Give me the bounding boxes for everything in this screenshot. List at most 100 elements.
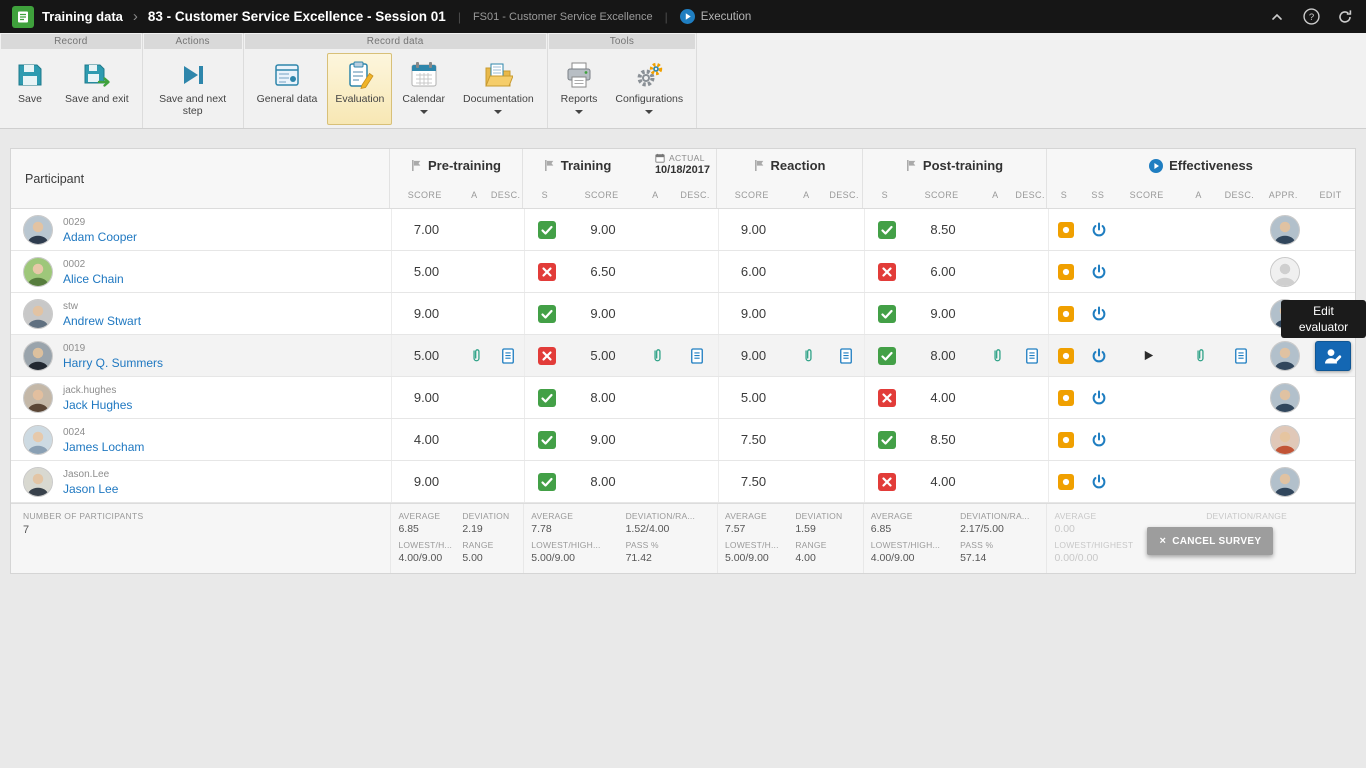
reaction-attachment-icon[interactable] <box>788 335 828 376</box>
approver-avatar[interactable] <box>1270 341 1300 371</box>
training-status-fail-icon[interactable] <box>524 335 568 376</box>
effectiveness-status-icon[interactable] <box>1048 461 1082 502</box>
post-status-pass-icon[interactable] <box>864 293 908 334</box>
training-status-pass-icon[interactable] <box>524 419 568 460</box>
post-description-icon <box>1016 209 1048 250</box>
approver-avatar[interactable] <box>1270 467 1300 497</box>
training-status-pass-icon[interactable] <box>524 377 568 418</box>
calendar-button[interactable]: Calendar <box>394 53 453 125</box>
post-status-fail-icon[interactable] <box>864 461 908 502</box>
participant-name[interactable]: Adam Cooper <box>63 230 137 244</box>
stat-cell: DEVIATION/RA...1.52/4.00 <box>621 508 715 537</box>
effectiveness-start-survey-icon <box>1116 419 1180 460</box>
approver-cell <box>1262 335 1308 376</box>
column-group-reaction[interactable]: Reaction SCORE A DESC. <box>716 149 862 208</box>
participant-name[interactable]: Andrew Stwart <box>63 314 141 328</box>
effectiveness-status-icon[interactable] <box>1048 251 1082 292</box>
save-and-next-step-button[interactable]: Save and next step <box>148 53 238 125</box>
column-group-training[interactable]: Training ACTUAL 10/18/2017 S SCORE A DES… <box>522 149 716 208</box>
stat-label: DEVIATION <box>795 511 855 521</box>
collapse-ribbon-icon[interactable] <box>1268 8 1286 26</box>
approver-avatar[interactable] <box>1270 383 1300 413</box>
table-row[interactable]: 0029Adam Cooper7.009.009.008.50 <box>11 209 1355 251</box>
save-and-exit-button[interactable]: Save and exit <box>57 53 137 125</box>
evaluation-button[interactable]: Evaluation <box>327 53 392 125</box>
effectiveness-status-icon[interactable] <box>1048 209 1082 250</box>
training-attachment-icon[interactable] <box>638 335 676 376</box>
approver-avatar[interactable] <box>1270 257 1300 287</box>
table-row[interactable]: Jason.LeeJason Lee9.008.007.504.00 <box>11 461 1355 503</box>
configurations-icon <box>634 60 664 90</box>
participant-name[interactable]: Jack Hughes <box>63 398 132 412</box>
column-group-pre-training[interactable]: Pre-training SCORE A DESC. <box>389 149 522 208</box>
effectiveness-survey-icon[interactable] <box>1082 461 1116 502</box>
stat-label: LOWEST/H... <box>725 540 785 550</box>
participant-name[interactable]: Jason Lee <box>63 482 118 496</box>
general-data-button[interactable]: General data <box>249 53 326 125</box>
effectiveness-survey-icon[interactable] <box>1082 377 1116 418</box>
pre-description-icon[interactable] <box>491 335 524 376</box>
post-status-pass-icon[interactable] <box>864 419 908 460</box>
effectiveness-survey-icon[interactable] <box>1082 419 1116 460</box>
cancel-survey-button[interactable]: ×CANCEL SURVEY <box>1147 527 1273 555</box>
effectiveness-survey-icon[interactable] <box>1082 209 1116 250</box>
reaction-description-icon[interactable] <box>828 335 864 376</box>
effectiveness-start-survey-icon[interactable] <box>1116 335 1180 376</box>
reaction-attachment-icon <box>788 251 828 292</box>
effectiveness-survey-icon[interactable] <box>1082 293 1116 334</box>
training-status-pass-icon[interactable] <box>524 461 568 502</box>
table-row[interactable]: 0024James Locham4.009.007.508.50 <box>11 419 1355 461</box>
effectiveness-status-icon[interactable] <box>1048 377 1082 418</box>
column-header-participant[interactable]: Participant <box>11 149 389 208</box>
training-attachment-icon <box>638 251 676 292</box>
column-group-effectiveness[interactable]: Effectiveness S SS SCORE A DESC. APPR. E… <box>1046 149 1355 208</box>
post-status-fail-icon[interactable] <box>864 377 908 418</box>
column-group-post-training[interactable]: Post-training S SCORE A DESC. <box>862 149 1046 208</box>
effectiveness-status-icon[interactable] <box>1048 335 1082 376</box>
documentation-button[interactable]: Documentation <box>455 53 542 125</box>
effectiveness-attachment-icon[interactable] <box>1180 335 1220 376</box>
training-status-pass-icon[interactable] <box>524 293 568 334</box>
edit-evaluator-button[interactable] <box>1315 341 1351 371</box>
approver-avatar[interactable] <box>1270 215 1300 245</box>
effectiveness-description-icon[interactable] <box>1220 335 1262 376</box>
participant-id: jack.hughes <box>63 384 132 398</box>
effectiveness-survey-icon[interactable] <box>1082 335 1116 376</box>
stat-value: 2.19 <box>462 523 516 535</box>
effectiveness-status-icon[interactable] <box>1048 419 1082 460</box>
table-row[interactable]: stwAndrew Stwart9.009.009.009.00 <box>11 293 1355 335</box>
training-description-icon[interactable] <box>676 335 718 376</box>
save-button[interactable]: Save <box>5 53 55 125</box>
table-row[interactable]: jack.hughesJack Hughes9.008.005.004.00 <box>11 377 1355 419</box>
breadcrumb-root[interactable]: Training data <box>42 9 123 24</box>
training-attachment-icon <box>638 293 676 334</box>
approver-avatar[interactable] <box>1270 425 1300 455</box>
reaction-score: 6.00 <box>718 251 788 292</box>
table-row[interactable]: 0002Alice Chain5.006.506.006.00 <box>11 251 1355 293</box>
table-row[interactable]: 0019Harry Q. Summers5.005.009.008.00 <box>11 335 1355 377</box>
app-logo-icon[interactable] <box>12 6 34 28</box>
table-header: Participant Pre-training SCORE A DESC. T… <box>11 149 1355 209</box>
general-data-icon <box>272 60 302 90</box>
effectiveness-status-icon[interactable] <box>1048 293 1082 334</box>
post-description-icon[interactable] <box>1016 335 1048 376</box>
configurations-button[interactable]: Configurations <box>607 53 691 125</box>
post-attachment-icon[interactable] <box>978 335 1016 376</box>
training-status-fail-icon[interactable] <box>524 251 568 292</box>
effectiveness-attachment-icon <box>1180 293 1220 334</box>
participant-name[interactable]: Harry Q. Summers <box>63 356 163 370</box>
refresh-icon[interactable] <box>1336 8 1354 26</box>
post-status-fail-icon[interactable] <box>864 251 908 292</box>
participant-name[interactable]: Alice Chain <box>63 272 124 286</box>
effectiveness-survey-icon[interactable] <box>1082 251 1116 292</box>
training-status-pass-icon[interactable] <box>524 209 568 250</box>
participant-name[interactable]: James Locham <box>63 440 144 454</box>
post-status-pass-icon[interactable] <box>864 209 908 250</box>
help-icon[interactable]: ? <box>1302 8 1320 26</box>
reports-button[interactable]: Reports <box>553 53 606 125</box>
subcol-attachment: A <box>1179 190 1219 200</box>
pre-attachment-icon[interactable] <box>461 335 491 376</box>
effectiveness-icon <box>1149 159 1163 173</box>
post-status-pass-icon[interactable] <box>864 335 908 376</box>
subcol-approver: APPR. <box>1260 190 1306 200</box>
